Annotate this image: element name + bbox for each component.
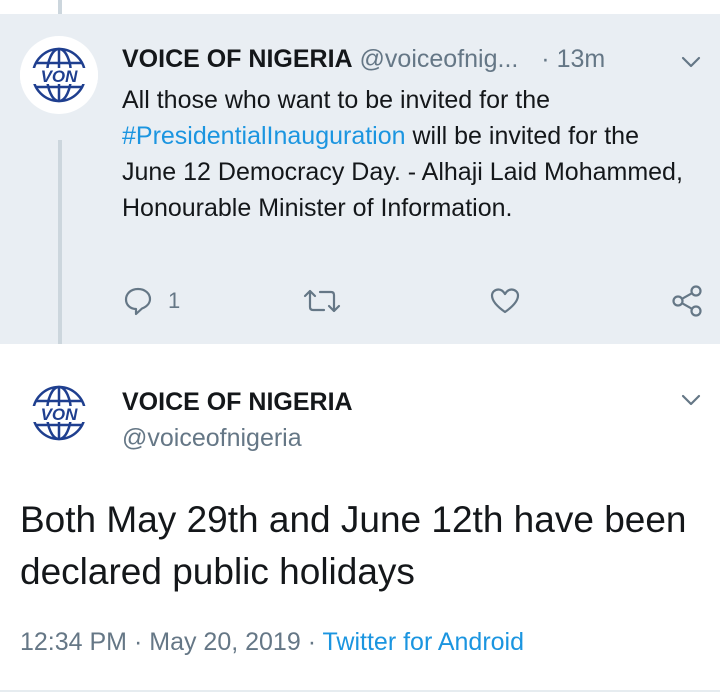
reply-icon [122,285,154,317]
tweet-time: 12:34 PM [20,628,128,656]
tweet-text-part: All those who want to be invited for the [122,86,551,114]
thread-line-connector [58,140,62,372]
parent-tweet[interactable]: VON VOICE OF NIGERIA @voiceofnig... · 13… [0,14,720,344]
von-logo: VON [20,47,98,103]
svg-text:VON: VON [41,67,79,86]
separator: · [133,628,143,656]
thread-line-top [58,0,62,14]
heart-icon [489,285,521,317]
author-name[interactable]: VOICE OF NIGERIA [122,45,353,73]
author-handle[interactable]: @voiceofnig... [360,45,519,73]
tweet-meta: 12:34 PM · May 20, 2019 · Twitter for An… [20,626,524,658]
retweet-icon [302,285,342,317]
divider [0,690,720,692]
hashtag-link[interactable]: #PresidentialInauguration [122,122,406,150]
author-handle[interactable]: @voiceofnigeria [122,422,302,454]
like-button[interactable] [489,284,521,318]
tweet-actions: 1 [0,284,720,324]
author-name[interactable]: VOICE OF NIGERIA [122,386,353,418]
tweet-time[interactable]: 13m [557,45,606,73]
tweet-header: VOICE OF NIGERIA @voiceofnig... · 13m [122,44,605,74]
von-logo: VON [20,385,98,441]
reply-count: 1 [168,288,181,313]
tweet-source-link[interactable]: Twitter for Android [323,628,524,656]
avatar[interactable]: VON [20,374,98,452]
avatar[interactable]: VON [20,36,98,114]
tweet-date: May 20, 2019 [149,628,301,656]
separator: · [541,45,550,73]
svg-text:VON: VON [41,405,79,424]
tweet-text: All those who want to be invited for the… [122,82,692,226]
tweet-text: Both May 29th and June 12th have been de… [20,499,687,592]
share-button[interactable] [670,284,704,318]
separator: · [307,628,317,656]
main-tweet: VON VOICE OF NIGERIA @voiceofnigeria Bot… [0,344,720,695]
reply-button[interactable]: 1 [122,284,180,318]
chevron-down-icon[interactable] [679,388,703,412]
retweet-button[interactable] [302,284,342,318]
share-icon [670,284,704,318]
chevron-down-icon[interactable] [679,50,703,74]
